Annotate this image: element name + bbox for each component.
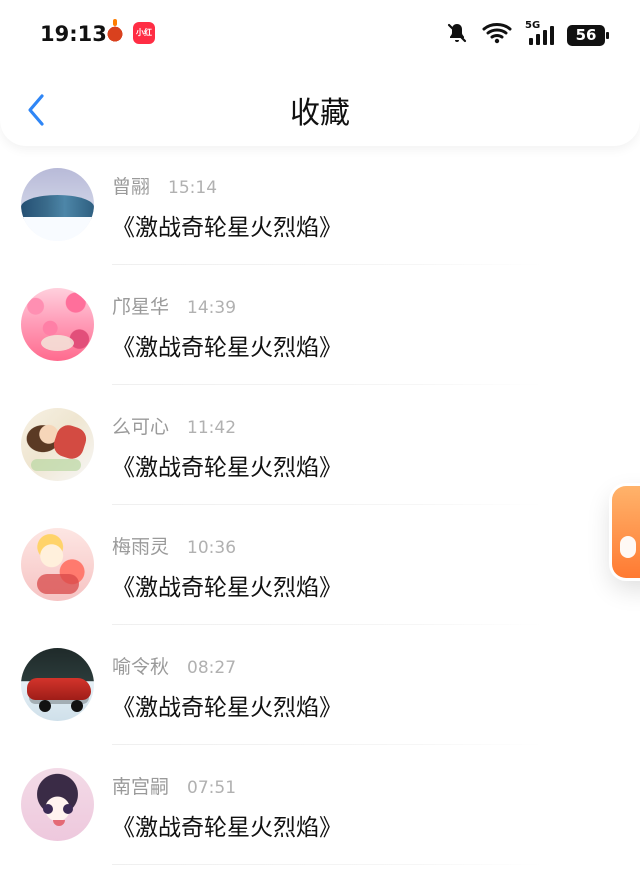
favorite-content: 《激战奇轮星火烈焰》: [112, 815, 342, 841]
favorites-list: 曾翮 15:14 《激战奇轮星火烈焰》 邝星华 14:39 《激战奇轮星火烈焰》…: [0, 145, 640, 865]
sender-name: 曾翮: [112, 176, 151, 198]
cellular-5g-icon: 5G: [525, 20, 555, 47]
timestamp: 08:27: [187, 658, 237, 678]
sender-name: 南宫嗣: [112, 776, 170, 798]
avatar[interactable]: [21, 528, 94, 601]
timestamp: 10:36: [187, 538, 237, 558]
avatar[interactable]: [21, 288, 94, 361]
status-time: 19:13: [40, 22, 107, 46]
favorite-item[interactable]: 南宫嗣 07:51 《激战奇轮星火烈焰》: [0, 745, 640, 865]
avatar[interactable]: [21, 408, 94, 481]
favorite-item[interactable]: 曾翮 15:14 《激战奇轮星火烈焰》: [0, 145, 640, 265]
hotpot-icon: [104, 19, 126, 44]
sender-name: 邝星华: [112, 296, 170, 318]
item-meta: 南宫嗣 07:51: [112, 772, 236, 799]
item-meta: 梅雨灵 10:36: [112, 532, 236, 559]
item-meta: 么可心 11:42: [112, 412, 236, 439]
avatar[interactable]: [21, 168, 94, 241]
sender-name: 喻令秋: [112, 656, 170, 678]
mute-bell-icon: [445, 21, 469, 49]
item-meta: 邝星华 14:39: [112, 292, 236, 319]
item-meta: 曾翮 15:14: [112, 172, 217, 199]
wifi-icon: [481, 21, 513, 49]
timestamp: 15:14: [168, 178, 218, 198]
favorite-item[interactable]: 邝星华 14:39 《激战奇轮星火烈焰》: [0, 265, 640, 385]
sender-name: 梅雨灵: [112, 536, 170, 558]
favorite-item[interactable]: 么可心 11:42 《激战奇轮星火烈焰》: [0, 385, 640, 505]
battery-icon: 56: [567, 24, 609, 46]
sender-name: 么可心: [112, 416, 170, 438]
xiaohongshu-icon: 小红书: [133, 22, 155, 59]
favorite-content: 《激战奇轮星火烈焰》: [112, 335, 342, 361]
timestamp: 11:42: [187, 418, 237, 438]
favorite-item[interactable]: 喻令秋 08:27 《激战奇轮星火烈焰》: [0, 625, 640, 745]
timestamp: 07:51: [187, 778, 237, 798]
favorite-item[interactable]: 梅雨灵 10:36 《激战奇轮星火烈焰》: [0, 505, 640, 625]
favorite-content: 《激战奇轮星火烈焰》: [112, 215, 342, 241]
favorite-content: 《激战奇轮星火烈焰》: [112, 575, 342, 601]
avatar[interactable]: [21, 648, 94, 721]
favorite-content: 《激战奇轮星火烈焰》: [112, 455, 342, 481]
timestamp: 14:39: [187, 298, 237, 318]
favorite-content: 《激战奇轮星火烈焰》: [112, 695, 342, 721]
floating-window-handle[interactable]: [612, 486, 640, 578]
page-title: 收藏: [290, 96, 350, 131]
item-meta: 喻令秋 08:27: [112, 652, 236, 679]
status-icons: 5G 56: [445, 20, 609, 50]
divider: [112, 864, 544, 865]
top-bar: 19:13 小红书 5G 56 收藏: [0, 0, 640, 146]
avatar[interactable]: [21, 768, 94, 841]
